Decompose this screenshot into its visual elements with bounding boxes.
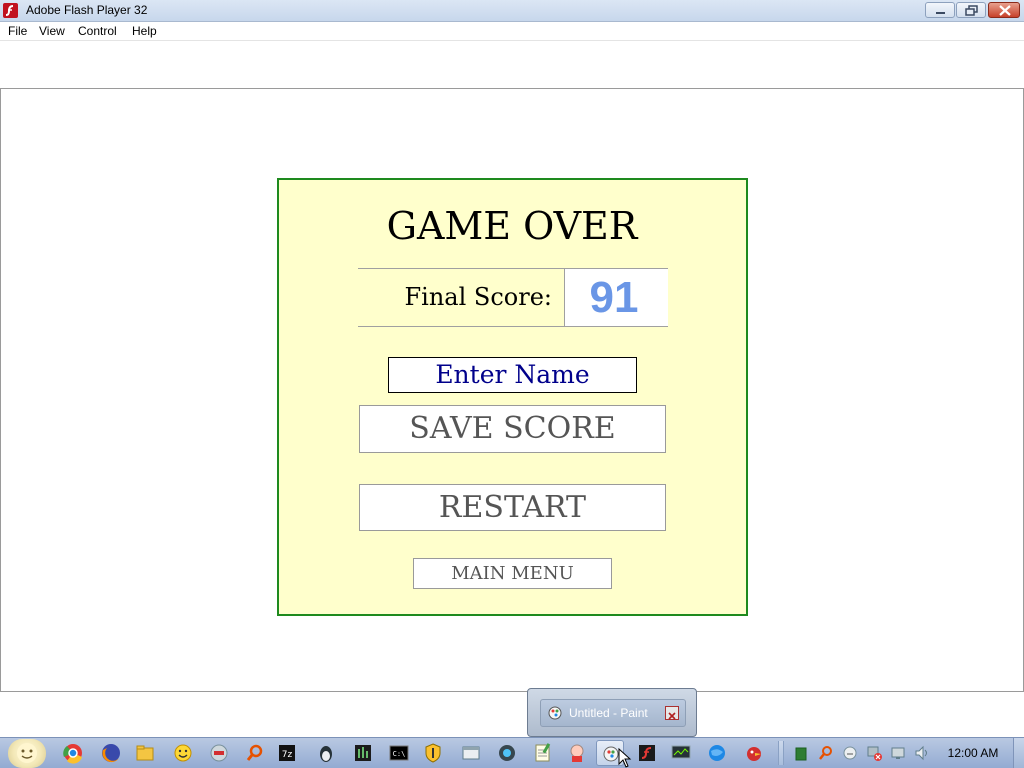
- mouse-cursor-icon: [618, 747, 632, 768]
- name-input[interactable]: Enter Name: [388, 357, 637, 393]
- globe-icon[interactable]: [703, 740, 731, 766]
- network-warning-icon[interactable]: [863, 740, 885, 766]
- main-menu-button[interactable]: MAIN MENU: [413, 558, 612, 589]
- title-bar: Adobe Flash Player 32: [0, 0, 1024, 22]
- search-icon[interactable]: [241, 740, 269, 766]
- display-tray-icon[interactable]: [887, 740, 909, 766]
- audio-app-icon[interactable]: [349, 740, 377, 766]
- menu-file[interactable]: File: [8, 24, 27, 38]
- tray-smiley-icon[interactable]: [839, 740, 861, 766]
- window-title: Adobe Flash Player 32: [26, 3, 148, 17]
- final-score-label: Final Score:: [404, 283, 553, 311]
- svg-text:C:\: C:\: [393, 750, 406, 758]
- minimize-button[interactable]: [925, 2, 955, 18]
- messenger-icon[interactable]: [169, 740, 197, 766]
- game-over-title: GAME OVER: [386, 204, 638, 248]
- paint-icon: [547, 705, 563, 721]
- chrome-icon[interactable]: [59, 740, 87, 766]
- preview-item[interactable]: Untitled - Paint: [540, 699, 686, 727]
- flash-taskbar-icon[interactable]: [633, 740, 661, 766]
- menu-help[interactable]: Help: [132, 24, 157, 38]
- tux-icon[interactable]: [312, 740, 340, 766]
- save-score-button[interactable]: SAVE SCORE: [359, 405, 666, 453]
- volume-icon[interactable]: [911, 740, 933, 766]
- terminal-icon[interactable]: C:\: [385, 740, 413, 766]
- flash-player-icon: [3, 3, 18, 18]
- angry-bird-icon[interactable]: [740, 740, 768, 766]
- menu-bar: File View Control Help: [0, 22, 1024, 41]
- window-icon[interactable]: [457, 740, 485, 766]
- show-desktop-button[interactable]: [1013, 738, 1024, 768]
- menu-control[interactable]: Control: [78, 24, 117, 38]
- tray-search-icon[interactable]: [815, 740, 837, 766]
- preview-title: Untitled - Paint: [569, 706, 648, 720]
- tray-expand-handle[interactable]: [778, 741, 784, 765]
- restart-button[interactable]: RESTART: [359, 484, 666, 531]
- close-button[interactable]: [988, 2, 1020, 18]
- camera-icon[interactable]: [493, 740, 521, 766]
- final-score-value: 91: [589, 273, 639, 322]
- character-app-icon[interactable]: [563, 740, 591, 766]
- monitor-icon[interactable]: [667, 740, 695, 766]
- 7zip-icon[interactable]: 7z: [273, 740, 301, 766]
- restore-button[interactable]: [956, 2, 986, 18]
- notepad-icon[interactable]: [528, 740, 556, 766]
- folder-icon[interactable]: [131, 740, 159, 766]
- preview-close-icon[interactable]: [665, 706, 679, 720]
- svg-text:7z: 7z: [282, 750, 293, 760]
- start-button[interactable]: [8, 739, 46, 768]
- battery-icon[interactable]: [790, 740, 812, 766]
- app-icon[interactable]: [205, 740, 233, 766]
- menu-view[interactable]: View: [39, 24, 65, 38]
- firefox-icon[interactable]: [97, 740, 125, 766]
- taskbar-clock[interactable]: 12:00 AM: [934, 746, 1012, 760]
- shield-icon[interactable]: [419, 740, 447, 766]
- taskbar-preview-popup: Untitled - Paint: [527, 688, 697, 737]
